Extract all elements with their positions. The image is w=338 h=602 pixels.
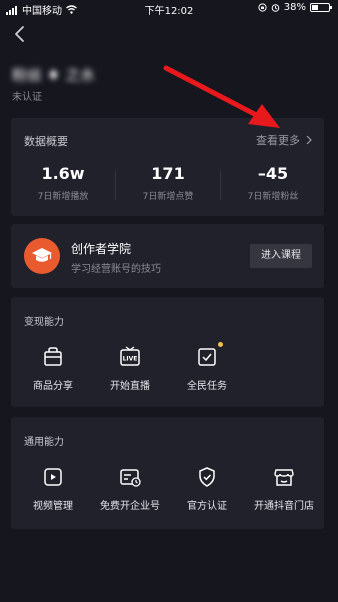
item-label: 免费开企业号 xyxy=(100,501,160,512)
alarm-icon xyxy=(271,4,280,12)
creator-academy-card[interactable]: 创作者学院 学习经营账号的技巧 进入课程 xyxy=(11,224,324,288)
status-right: 38% xyxy=(258,2,332,13)
item-label: 开通抖音门店 xyxy=(254,501,314,512)
battery-icon xyxy=(310,3,332,12)
item-label: 视频管理 xyxy=(33,501,73,512)
chevron-right-icon xyxy=(306,135,312,145)
open-store-item[interactable]: 开通抖音门店 xyxy=(245,465,323,512)
official-verify-item[interactable]: 官方认证 xyxy=(168,465,246,512)
all-tasks-item[interactable]: 全民任务 xyxy=(168,342,246,392)
verification-status: 未认证 xyxy=(12,92,42,103)
overview-title: 数据概要 xyxy=(24,135,68,148)
stat-followers[interactable]: –45 7日新增粉丝 xyxy=(221,164,325,202)
stat-label: 7日新增粉丝 xyxy=(247,192,299,202)
stat-value: 1.6w xyxy=(41,164,85,183)
stat-label: 7日新增点赞 xyxy=(142,192,194,202)
data-overview-card: 数据概要 查看更多 1.6w 7日新增播放 171 7日新增点赞 –45 7日新… xyxy=(11,118,324,216)
section-title: 变现能力 xyxy=(24,317,64,328)
academy-subtitle: 学习经营账号的技巧 xyxy=(71,264,161,275)
shield-check-icon xyxy=(195,465,219,489)
enterprise-account-item[interactable]: 免费开企业号 xyxy=(91,465,169,512)
stat-value: 171 xyxy=(151,164,185,183)
svg-text:LIVE: LIVE xyxy=(123,356,138,363)
stat-value: –45 xyxy=(257,164,289,183)
view-more-label: 查看更多 xyxy=(256,134,300,147)
back-arrow-icon[interactable] xyxy=(12,24,28,44)
graduation-cap-icon xyxy=(24,238,60,274)
orientation-lock-icon xyxy=(258,3,267,12)
profile-name: 粉丝 ♦ 之水 xyxy=(12,66,95,84)
video-manage-icon xyxy=(41,465,65,489)
shop-bag-icon xyxy=(41,345,65,369)
notification-dot xyxy=(218,342,223,347)
enterprise-icon xyxy=(118,465,142,489)
live-tv-icon: LIVE xyxy=(118,345,142,369)
item-label: 商品分享 xyxy=(33,381,73,392)
item-label: 全民任务 xyxy=(187,381,227,392)
start-live-item[interactable]: LIVE 开始直播 xyxy=(91,345,169,392)
section-title: 通用能力 xyxy=(24,437,64,448)
status-bar: 中国移动 下午12:02 38% xyxy=(0,0,338,17)
view-more-link[interactable]: 查看更多 xyxy=(256,132,312,148)
battery-percent: 38% xyxy=(283,2,306,13)
store-icon xyxy=(272,465,296,489)
academy-title: 创作者学院 xyxy=(71,242,132,256)
item-label: 开始直播 xyxy=(110,381,150,392)
stat-label: 7日新增播放 xyxy=(37,192,89,202)
stat-plays[interactable]: 1.6w 7日新增播放 xyxy=(11,164,115,202)
enter-course-button[interactable]: 进入课程 xyxy=(250,244,312,268)
item-label: 官方认证 xyxy=(187,501,227,512)
monetization-section: 变现能力 商品分享 LIVE 开始直播 全民任务 xyxy=(11,297,324,407)
video-manage-item[interactable]: 视频管理 xyxy=(14,465,92,512)
product-share-item[interactable]: 商品分享 xyxy=(14,345,92,392)
stat-likes[interactable]: 171 7日新增点赞 xyxy=(116,164,220,202)
general-section: 通用能力 视频管理 免费开企业号 官方认证 开通抖音门店 xyxy=(11,417,324,529)
task-check-icon xyxy=(195,342,223,369)
